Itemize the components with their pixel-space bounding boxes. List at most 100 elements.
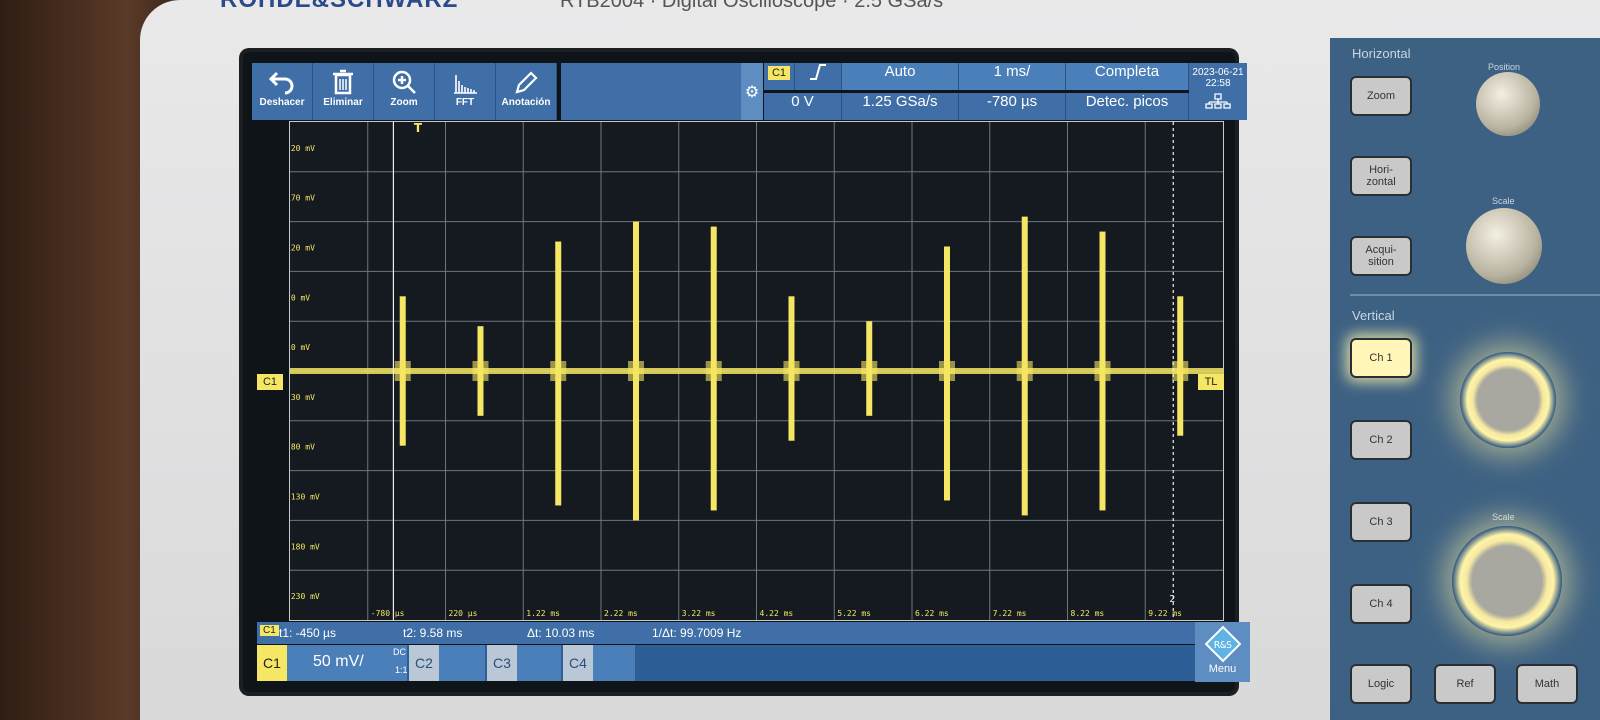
- waveform-grid[interactable]: 220 mV 170 mV 120 mV 70 mV 20 mV -30 mV -80 mV…: [286, 121, 1224, 621]
- acquisition-detector[interactable]: Detec. picos: [1066, 93, 1189, 120]
- delete-label: Eliminar: [323, 97, 363, 108]
- trigger-level[interactable]: 0 V: [764, 93, 842, 120]
- brand-logo: ROHDE&SCHWARZ: [220, 0, 458, 14]
- trigger-position-marker[interactable]: T: [412, 121, 424, 139]
- toolbar-spacer: [561, 63, 741, 120]
- x-tick-label: 7.22 ms: [993, 609, 1027, 618]
- channel-c1-scale-box[interactable]: 50 mV/ DC 1:1: [287, 645, 408, 681]
- channel-c4-box[interactable]: [593, 645, 635, 681]
- zoom-label: Zoom: [390, 97, 418, 108]
- x-tick-label: 8.22 ms: [1071, 609, 1105, 618]
- annotation-button[interactable]: Anotación: [496, 63, 557, 120]
- x-tick-label: -780 µs: [371, 609, 405, 618]
- x-tick-label: 3.22 ms: [682, 609, 716, 618]
- math-hw-button[interactable]: Math: [1516, 664, 1578, 704]
- x-tick-label: 2.22 ms: [604, 609, 638, 618]
- waveform-pulse-glow: [861, 361, 878, 381]
- channel-c3-box[interactable]: [517, 645, 561, 681]
- cursor-t2-marker: 2: [1169, 594, 1175, 605]
- y-tick-label: -30 mV: [290, 393, 315, 402]
- cursor-t2: t2: 9.58 ms: [403, 626, 463, 640]
- model-label: RTB2004 · Digital Oscilloscope · 2.5 GSa…: [560, 0, 944, 12]
- undo-arrow-icon: [268, 71, 294, 95]
- sample-rate: 1.25 GSa/s: [842, 93, 959, 120]
- waveform-pulse-glow: [1172, 361, 1189, 381]
- trigger-mode[interactable]: Auto: [842, 63, 959, 90]
- undo-button[interactable]: Deshacer: [252, 63, 313, 120]
- x-tick-label: 220 µs: [449, 609, 478, 618]
- x-tick-label: 1.22 ms: [526, 609, 560, 618]
- ch1-hw-button[interactable]: Ch 1: [1350, 338, 1412, 378]
- waveform-pulse-glow: [394, 361, 411, 381]
- panel-divider: [1350, 294, 1600, 296]
- logic-hw-button[interactable]: Logic: [1350, 664, 1412, 704]
- pencil-icon: [515, 71, 538, 94]
- horizontal-hw-button[interactable]: Hori- zontal: [1350, 156, 1412, 196]
- y-tick-label: -230 mV: [290, 592, 320, 601]
- trigger-slope-button[interactable]: [795, 63, 842, 90]
- vertical-title: Vertical: [1352, 308, 1395, 323]
- y-tick-label: -130 mV: [290, 493, 320, 502]
- channel-c4-label[interactable]: C4: [563, 645, 593, 681]
- channel-c3-label[interactable]: C3: [487, 645, 517, 681]
- cursor-measurement-bar: C1 t1: -450 µs t2: 9.58 ms Δt: 10.03 ms …: [257, 622, 1195, 644]
- horizontal-position-knob[interactable]: [1476, 72, 1540, 136]
- waveform-baseline: [290, 368, 1223, 374]
- channel-c2-label[interactable]: C2: [409, 645, 439, 681]
- network-icon: [1205, 93, 1231, 109]
- menu-label: Menu: [1208, 663, 1237, 675]
- fft-label: FFT: [455, 97, 475, 108]
- settings-gear-icon[interactable]: ⚙: [741, 63, 763, 120]
- trigger-level-marker[interactable]: TL: [1198, 374, 1224, 390]
- ch2-hw-button[interactable]: Ch 2: [1350, 420, 1412, 460]
- channel-c2-box[interactable]: [439, 645, 485, 681]
- trigger-source-badge[interactable]: C1: [764, 63, 795, 90]
- timebase-position[interactable]: -780 µs: [959, 93, 1066, 120]
- acquisition-hw-button[interactable]: Acqui- sition: [1350, 236, 1412, 276]
- annotation-label: Anotación: [501, 97, 551, 108]
- cursor-inverse-delta-t: 1/Δt: 99.7009 Hz: [652, 626, 742, 640]
- waveform-pulse-glow: [627, 361, 644, 381]
- zoom-button[interactable]: Zoom: [374, 63, 435, 120]
- cursor-t1: t1: -450 µs: [279, 626, 336, 640]
- trash-icon: [333, 69, 353, 95]
- waveform-pulse-glow: [550, 361, 567, 381]
- y-tick-label: 20 mV: [290, 343, 310, 352]
- horizontal-title: Horizontal: [1352, 46, 1411, 61]
- x-tick-label: 6.22 ms: [915, 609, 949, 618]
- trigger-source-label: C1: [767, 66, 791, 80]
- undo-label: Deshacer: [259, 97, 305, 108]
- vertical-scale-knob-label: Scale: [1492, 512, 1515, 522]
- x-tick-label: 9.22 ms: [1148, 609, 1182, 618]
- acquisition-mode[interactable]: Completa: [1066, 63, 1189, 90]
- y-tick-label: 70 mV: [290, 293, 310, 302]
- y-tick-label: 120 mV: [290, 244, 315, 253]
- horizontal-scale-knob[interactable]: [1466, 208, 1542, 284]
- ref-hw-button[interactable]: Ref: [1434, 664, 1496, 704]
- menu-button[interactable]: R&S Menu: [1195, 622, 1250, 682]
- zoom-hw-button[interactable]: Zoom: [1350, 76, 1412, 116]
- ch3-hw-button[interactable]: Ch 3: [1350, 502, 1412, 542]
- vertical-position-knob[interactable]: [1460, 352, 1556, 448]
- time-label: 22:58: [1205, 78, 1231, 89]
- delete-button[interactable]: Eliminar: [313, 63, 374, 120]
- date-label: 2023-06-21: [1192, 67, 1244, 78]
- cursor-delta-t: Δt: 10.03 ms: [527, 626, 595, 640]
- ch4-hw-button[interactable]: Ch 4: [1350, 584, 1412, 624]
- channel-c1-ratio: 1:1: [395, 665, 408, 675]
- channel-c1-marker[interactable]: C1: [257, 374, 283, 390]
- waveform-pulse-glow: [472, 361, 489, 381]
- vertical-scale-knob[interactable]: [1452, 526, 1562, 636]
- fft-button[interactable]: FFT: [435, 63, 496, 120]
- channel-c1-label[interactable]: C1: [257, 645, 287, 681]
- waveform-plot: 220 mV 170 mV 120 mV 70 mV 20 mV -30 mV -80 mV…: [286, 122, 1223, 620]
- svg-text:R&S: R&S: [1213, 640, 1231, 651]
- timebase-scale[interactable]: 1 ms/: [959, 63, 1066, 90]
- waveform-pulse-glow: [1094, 361, 1111, 381]
- y-tick-label: -80 mV: [290, 443, 315, 452]
- spectrum-bars-icon: [454, 75, 477, 94]
- y-tick-label: 220 mV: [290, 144, 315, 153]
- channel-c1-coupling: DC: [393, 647, 406, 657]
- y-tick-label: 170 mV: [290, 194, 315, 203]
- waveform-pulse-glow: [938, 361, 955, 381]
